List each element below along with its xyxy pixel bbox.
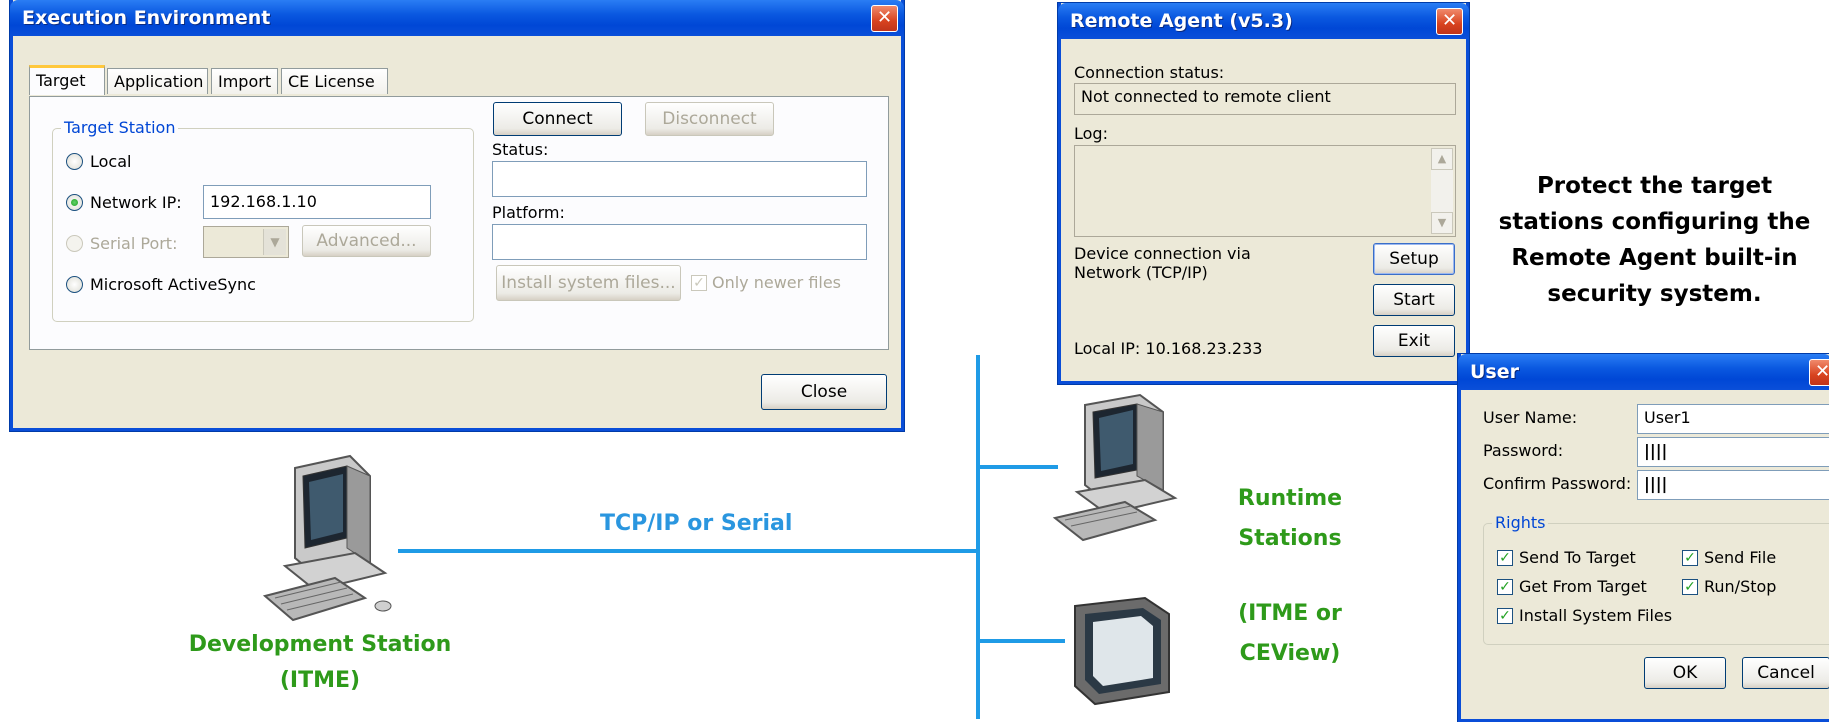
local-ip-label: Local IP: 10.168.23.233 bbox=[1074, 339, 1263, 358]
group-title: Target Station bbox=[61, 118, 179, 137]
runtime-label-line-2: Stations bbox=[1238, 526, 1342, 551]
protect-callout: Protect the target stations configuring … bbox=[1499, 168, 1829, 312]
network-ip-input[interactable]: 192.168.1.10 bbox=[203, 185, 431, 219]
get-from-target-label: Get From Target bbox=[1519, 577, 1647, 596]
only-newer-label: Only newer files bbox=[712, 273, 842, 292]
platform-field bbox=[492, 224, 867, 260]
dev-label-line-2: (ITME) bbox=[279, 668, 361, 693]
remote-agent-titlebar[interactable]: Remote Agent (v5.3) ✕ bbox=[1058, 3, 1469, 39]
tab-target[interactable]: Target bbox=[29, 65, 105, 95]
runtime-label-line-3: (ITME or bbox=[1238, 601, 1342, 626]
send-to-target-checkbox[interactable]: ✓ bbox=[1497, 550, 1513, 566]
radio-network-label: Network IP: bbox=[90, 193, 182, 212]
dev-label-line-1: Development Station bbox=[188, 632, 452, 657]
advanced-button[interactable]: Advanced... bbox=[302, 225, 431, 257]
development-station-label: Development Station (ITME) bbox=[160, 627, 480, 699]
protect-line-3: Remote Agent built-in bbox=[1511, 245, 1798, 271]
connection-status-field: Not connected to remote client bbox=[1074, 83, 1456, 115]
radio-serial-label: Serial Port: bbox=[90, 234, 178, 253]
exit-button[interactable]: Exit bbox=[1373, 325, 1455, 357]
setup-button[interactable]: Setup bbox=[1373, 243, 1455, 275]
tab-import[interactable]: Import bbox=[211, 68, 278, 94]
run-stop-label: Run/Stop bbox=[1704, 577, 1777, 596]
connect-button[interactable]: Connect bbox=[493, 102, 622, 136]
password-label: Password: bbox=[1483, 441, 1564, 460]
run-stop-checkbox[interactable]: ✓ bbox=[1682, 579, 1698, 595]
protect-line-1: Protect the target bbox=[1536, 173, 1773, 199]
rights-title: Rights bbox=[1492, 513, 1549, 532]
close-icon[interactable]: ✕ bbox=[1809, 359, 1829, 386]
tab-ce-license[interactable]: CE License bbox=[281, 68, 388, 94]
user-titlebar[interactable]: User ✕ bbox=[1458, 354, 1829, 390]
ok-button[interactable]: OK bbox=[1644, 657, 1726, 689]
log-area: ▲ ▼ bbox=[1074, 145, 1456, 237]
runtime-label-line-4: CEView) bbox=[1239, 641, 1341, 666]
link-label: TCP/IP or Serial bbox=[600, 511, 793, 536]
user-name-input[interactable]: User1 bbox=[1637, 404, 1829, 434]
protect-line-2: stations configuring the bbox=[1498, 209, 1811, 235]
exec-title: Execution Environment bbox=[22, 7, 271, 29]
runtime-type-label: (ITME or CEView) bbox=[1200, 594, 1380, 674]
send-file-checkbox[interactable]: ✓ bbox=[1682, 550, 1698, 566]
status-label: Status: bbox=[492, 140, 549, 159]
tab-page: Target Station Local Network IP: 192.168… bbox=[29, 96, 889, 350]
remote-agent-window: Remote Agent (v5.3) ✕ Connection status:… bbox=[1058, 3, 1469, 384]
only-newer-checkbox[interactable]: ✓ bbox=[691, 275, 707, 291]
log-label: Log: bbox=[1074, 124, 1108, 143]
tab-application[interactable]: Application bbox=[107, 68, 208, 94]
serial-port-select[interactable]: ▼ bbox=[203, 226, 289, 258]
scroll-up-icon[interactable]: ▲ bbox=[1431, 148, 1453, 170]
panel-device-icon bbox=[1074, 596, 1170, 706]
execution-environment-window: Execution Environment ✕ Target Applicati… bbox=[10, 0, 904, 431]
confirm-password-input[interactable]: |||| bbox=[1637, 470, 1829, 500]
install-system-files-checkbox[interactable]: ✓ bbox=[1497, 608, 1513, 624]
device-connection-text-2: Network (TCP/IP) bbox=[1074, 263, 1208, 282]
platform-label: Platform: bbox=[492, 203, 565, 222]
close-icon[interactable]: ✕ bbox=[871, 5, 898, 32]
close-button[interactable]: Close bbox=[761, 374, 887, 410]
remote-agent-title: Remote Agent (v5.3) bbox=[1070, 10, 1293, 32]
close-icon[interactable]: ✕ bbox=[1436, 8, 1463, 35]
send-to-target-label: Send To Target bbox=[1519, 548, 1636, 567]
install-system-files-button[interactable]: Install system files... bbox=[496, 265, 681, 301]
scroll-down-icon[interactable]: ▼ bbox=[1431, 212, 1453, 234]
protect-line-4: security system. bbox=[1547, 281, 1762, 307]
user-dialog: User ✕ User Name: User1 Password: |||| C… bbox=[1458, 354, 1829, 722]
password-input[interactable]: |||| bbox=[1637, 437, 1829, 467]
radio-activesync[interactable] bbox=[66, 276, 83, 293]
runtime-stations-label: Runtime Stations bbox=[1200, 479, 1380, 559]
cancel-button[interactable]: Cancel bbox=[1742, 657, 1829, 689]
runtime-computer-icon bbox=[1052, 393, 1178, 542]
confirm-password-label: Confirm Password: bbox=[1483, 474, 1632, 493]
tab-strip: Target Application Import CE License bbox=[29, 65, 889, 98]
chevron-down-icon: ▼ bbox=[263, 229, 286, 255]
radio-local[interactable] bbox=[66, 153, 83, 170]
radio-local-label: Local bbox=[90, 152, 132, 171]
radio-network-ip[interactable] bbox=[66, 194, 83, 211]
radio-activesync-label: Microsoft ActiveSync bbox=[90, 275, 256, 294]
device-connection-text-1: Device connection via bbox=[1074, 244, 1251, 263]
user-name-label: User Name: bbox=[1483, 408, 1578, 427]
disconnect-button[interactable]: Disconnect bbox=[645, 102, 774, 136]
user-title: User bbox=[1470, 361, 1519, 383]
radio-serial-port[interactable] bbox=[66, 235, 83, 252]
send-file-label: Send File bbox=[1704, 548, 1777, 567]
status-field bbox=[492, 161, 867, 197]
development-computer-icon bbox=[262, 454, 392, 622]
connection-status-label: Connection status: bbox=[1074, 63, 1225, 82]
install-system-files-label: Install System Files bbox=[1519, 606, 1673, 625]
exec-titlebar[interactable]: Execution Environment ✕ bbox=[10, 0, 904, 36]
get-from-target-checkbox[interactable]: ✓ bbox=[1497, 579, 1513, 595]
start-button[interactable]: Start bbox=[1373, 284, 1455, 316]
log-scrollbar[interactable]: ▲ ▼ bbox=[1431, 148, 1453, 234]
runtime-label-line-1: Runtime bbox=[1237, 486, 1343, 511]
